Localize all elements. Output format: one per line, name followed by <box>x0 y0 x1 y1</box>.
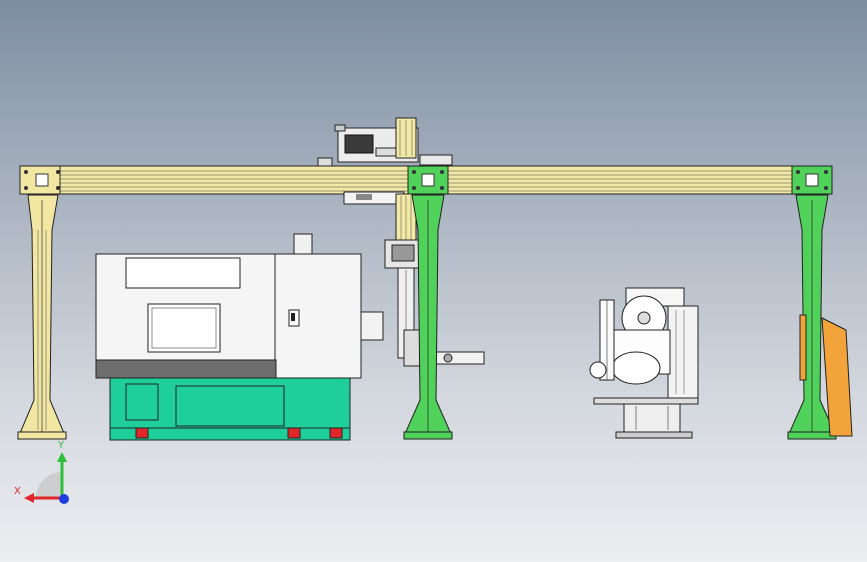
left-support-leg <box>17 165 67 440</box>
coordinate-triad-icon <box>24 452 69 504</box>
cnc-lathe <box>95 233 384 441</box>
milling-machine <box>589 287 699 439</box>
cad-viewport[interactable]: Y X <box>0 0 867 562</box>
axis-x-label: X <box>14 486 21 497</box>
assembly-drawing <box>17 117 853 504</box>
axis-y-label: Y <box>58 440 65 451</box>
